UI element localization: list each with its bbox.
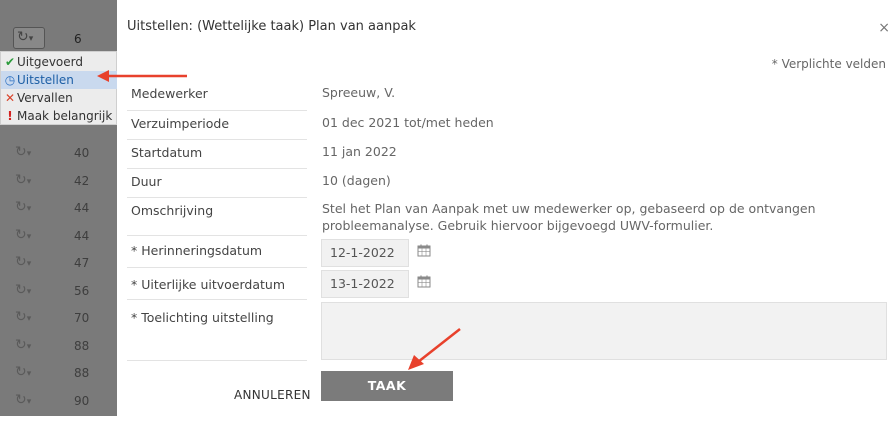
row-number: 90 bbox=[74, 393, 90, 408]
list-item: ↻▾ 44 bbox=[0, 224, 117, 248]
row-number: 88 bbox=[74, 366, 90, 380]
calendar-icon[interactable] bbox=[417, 275, 431, 288]
medewerker-value: Spreeuw, V. bbox=[322, 85, 396, 100]
refresh-icon[interactable]: ↻▾ bbox=[15, 309, 31, 325]
x-icon: ✕ bbox=[4, 91, 16, 105]
duur-value: 10 (dagen) bbox=[322, 173, 391, 188]
refresh-icon[interactable]: ↻▾ bbox=[15, 172, 31, 188]
startdatum-value: 11 jan 2022 bbox=[322, 144, 397, 159]
calendar-icon[interactable] bbox=[417, 244, 431, 257]
menu-item-label: Vervallen bbox=[17, 91, 73, 105]
postpone-dialog: Uitstellen: (Wettelijke taak) Plan van a… bbox=[117, 0, 890, 423]
refresh-icon: ↻▾ bbox=[17, 29, 34, 45]
refresh-icon[interactable]: ↻▾ bbox=[15, 392, 31, 408]
herinneringsdatum-input[interactable]: 12-1-2022 bbox=[321, 239, 409, 267]
exclamation-icon: ! bbox=[7, 109, 13, 123]
list-item: ↻▾ 56 bbox=[0, 279, 117, 303]
dialog-title: Uitstellen: (Wettelijke taak) Plan van a… bbox=[127, 19, 416, 34]
refresh-icon[interactable]: ↻▾ bbox=[15, 337, 31, 353]
herinneringsdatum-label: * Herinneringsdatum bbox=[131, 243, 263, 258]
refresh-icon[interactable]: ↻▾ bbox=[15, 364, 31, 380]
close-icon: × bbox=[878, 20, 890, 36]
clock-icon: ◷ bbox=[4, 73, 16, 87]
omschrijving-line-1: Stel het Plan van Aanpak met uw medewerk… bbox=[322, 201, 816, 216]
duur-label: Duur bbox=[131, 174, 162, 189]
row-divider bbox=[127, 197, 307, 198]
verzuimperiode-value: 01 dec 2021 tot/met heden bbox=[322, 115, 494, 130]
row-number: 42 bbox=[74, 173, 90, 188]
row-divider bbox=[127, 235, 307, 236]
refresh-icon[interactable]: ↻▾ bbox=[15, 227, 31, 243]
row-divider bbox=[127, 360, 307, 361]
refresh-icon[interactable]: ↻▾ bbox=[15, 144, 31, 160]
menu-item-uitgevoerd[interactable]: ✔ Uitgevoerd bbox=[1, 53, 118, 71]
row-number: 6 bbox=[74, 32, 82, 46]
menu-item-label: Uitgevoerd bbox=[17, 55, 83, 69]
menu-item-label: Maak belangrijk bbox=[17, 109, 113, 123]
close-button[interactable]: × bbox=[878, 20, 890, 36]
omschrijving-label: Omschrijving bbox=[131, 203, 214, 218]
menu-item-vervallen[interactable]: ✕ Vervallen bbox=[1, 89, 118, 107]
row-divider bbox=[127, 168, 307, 169]
list-item: ↻▾ 88 bbox=[0, 334, 117, 358]
list-item: ↻▾ 40 bbox=[0, 141, 117, 165]
row-number: 44 bbox=[74, 201, 90, 215]
verzuimperiode-label: Verzuimperiode bbox=[131, 116, 230, 131]
menu-item-label: Uitstellen bbox=[17, 73, 74, 87]
medewerker-label: Medewerker bbox=[131, 86, 208, 101]
startdatum-label: Startdatum bbox=[131, 145, 203, 160]
menu-item-uitstellen[interactable]: ◷ Uitstellen bbox=[1, 71, 118, 89]
row-divider bbox=[127, 110, 307, 111]
uiterlijke-uitvoerdatum-input[interactable]: 13-1-2022 bbox=[321, 270, 409, 298]
list-item: ↻▾ 47 bbox=[0, 251, 117, 275]
list-item: ↻▾ 42 bbox=[0, 169, 117, 193]
refresh-icon[interactable]: ↻▾ bbox=[15, 282, 31, 298]
row-number: 47 bbox=[74, 256, 90, 270]
row-number: 70 bbox=[74, 311, 90, 325]
row-number: 56 bbox=[74, 283, 90, 298]
row-divider bbox=[127, 299, 307, 300]
list-item: ↻▾ 90 bbox=[0, 389, 117, 413]
omschrijving-line-2: probleemanalyse. Gebruik hiervoor bijgev… bbox=[322, 218, 714, 233]
list-item: ↻▾ 6 bbox=[0, 27, 117, 51]
uiterlijke-uitvoerdatum-label: * Uiterlijke uitvoerdatum bbox=[131, 277, 285, 292]
postpone-task-button[interactable]: TAAK UITSTELLEN bbox=[321, 371, 453, 423]
list-item: ↻▾ 70 bbox=[0, 306, 117, 330]
menu-item-maak-belangrijk[interactable]: ! Maak belangrijk bbox=[1, 107, 118, 125]
row-number: 40 bbox=[74, 146, 90, 160]
toelichting-textarea[interactable] bbox=[321, 302, 887, 360]
list-item: ↻▾ 44 bbox=[0, 196, 117, 220]
check-icon: ✔ bbox=[4, 55, 16, 69]
row-divider bbox=[127, 139, 307, 140]
row-number: 88 bbox=[74, 338, 90, 353]
refresh-icon[interactable]: ↻▾ bbox=[15, 199, 31, 215]
refresh-icon[interactable]: ↻▾ bbox=[15, 254, 31, 270]
required-fields-note: * Verplichte velden bbox=[771, 57, 886, 71]
cancel-button[interactable]: ANNULEREN bbox=[234, 388, 311, 402]
context-menu: ✔ Uitgevoerd ◷ Uitstellen ✕ Vervallen ! Maak… bbox=[0, 51, 118, 125]
row-number: 44 bbox=[74, 228, 90, 243]
list-item: ↻▾ 88 bbox=[0, 361, 117, 385]
row-divider bbox=[127, 267, 307, 268]
toelichting-label: * Toelichting uitstelling bbox=[131, 310, 274, 325]
